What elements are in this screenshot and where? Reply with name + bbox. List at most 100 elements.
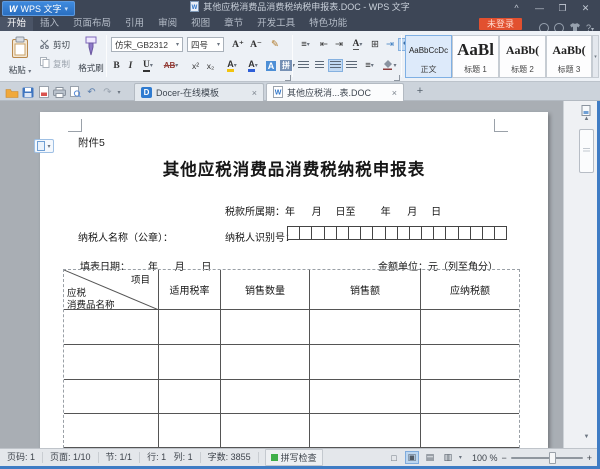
table-corner-cell[interactable]: 项目 应税 消费品名称 [64,270,159,311]
scroll-down-button[interactable]: ▼ [578,434,595,440]
table-empty-cell[interactable] [221,310,310,345]
paste-options-button[interactable]: ▾ [34,139,54,153]
wps-app-menu-button[interactable]: W WPS 文字 ▾ [2,1,76,16]
font-color-button[interactable]: A ▾ [243,58,263,73]
open-file-button[interactable] [4,85,19,99]
table-empty-cell[interactable] [159,414,221,448]
copy-button[interactable]: 复制 [40,57,70,70]
table-empty-cell[interactable] [64,345,159,380]
close-button[interactable]: ✕ [575,1,596,16]
table-empty-cell[interactable] [310,414,421,448]
paste-button[interactable]: 粘贴 ▾ [6,36,34,76]
tab-review[interactable]: 审阅 [151,17,184,31]
table-empty-cell[interactable] [221,345,310,380]
table-empty-cell[interactable] [159,310,221,345]
decrease-indent-button[interactable]: ⇤ [317,37,331,52]
phonetic-guide-button[interactable]: 拼 ▾ [278,58,297,73]
export-pdf-button[interactable] [36,85,51,99]
save-button[interactable] [20,85,35,99]
superscript-button[interactable]: x² [188,58,203,73]
subscript-button[interactable]: x₂ [203,58,218,73]
fullscreen-view-button[interactable]: □ [387,451,401,464]
outline-view-button[interactable]: ▤ [423,451,437,464]
undo-button[interactable]: ↶ [84,85,99,99]
table-empty-cell[interactable] [310,380,421,414]
doc-tab-current[interactable]: W 其他应税消...表.DOC × [266,83,404,101]
char-shading-button[interactable]: A [264,58,278,73]
grow-font-button[interactable]: A⁺ [230,37,246,52]
tab-home[interactable]: 开始 [0,17,34,31]
table-header-cell[interactable]: 适用税率 [159,270,221,310]
table-header-cell[interactable]: 应纳税额 [421,270,519,310]
view-dropdown-icon[interactable]: ▾ [459,454,462,461]
tab-section[interactable]: 章节 [217,17,250,31]
zoom-in-button[interactable]: + [587,453,592,463]
print-button[interactable] [52,85,67,99]
word-count-status[interactable]: 字数: 3855 [201,452,259,463]
table-empty-cell[interactable] [421,414,519,448]
style-heading1[interactable]: AaBl 标题 1 [452,35,499,78]
table-header-cell[interactable]: 销售数量 [221,270,310,310]
align-left-button[interactable] [296,59,311,72]
font-dialog-launcher-icon[interactable] [285,75,291,81]
redo-button[interactable]: ↷ [100,85,115,99]
tab-view[interactable]: 视图 [184,17,217,31]
increase-indent-button[interactable]: ⇥ [332,37,346,52]
tab-insert[interactable]: 插入 [33,17,66,31]
table-empty-cell[interactable] [64,380,159,414]
bullet-list-button[interactable]: ≡ ▾ [296,37,315,52]
read-layout-button[interactable]: ▥ [441,451,455,464]
italic-button[interactable]: I [124,58,137,73]
table-empty-cell[interactable] [159,345,221,380]
doc-tab-docer[interactable]: D Docer-在线模板 × [134,83,264,101]
cut-button[interactable]: 剪切 [40,39,70,51]
align-justify-button[interactable] [328,59,343,72]
scroll-up-button[interactable]: ▲ [578,116,595,122]
zoom-level[interactable]: 100 % [472,453,498,463]
zoom-out-button[interactable]: − [501,453,506,463]
table-empty-cell[interactable] [159,380,221,414]
shading-color-button[interactable]: ▾ [380,58,399,73]
style-heading2[interactable]: AaBb( 标题 2 [499,35,546,78]
distribute-text-button[interactable] [344,59,359,72]
tab-page-layout[interactable]: 页面布局 [66,17,118,31]
table-borders-button[interactable]: ⊞ [368,37,382,52]
close-tab-icon[interactable]: × [392,88,397,98]
align-center-button[interactable] [312,59,327,72]
line-spacing-button[interactable]: ≡ ▾ [360,58,379,73]
new-tab-button[interactable]: + [412,84,428,99]
table-empty-cell[interactable] [421,310,519,345]
table-empty-cell[interactable] [221,380,310,414]
close-tab-icon[interactable]: × [252,88,257,98]
tab-stop-button[interactable]: ⇥ [383,37,397,52]
font-size-combobox[interactable]: 四号 ▾ [187,37,224,52]
zoom-slider-thumb[interactable] [548,451,556,464]
char-scale-button[interactable]: A ▾ [348,37,367,52]
minimize-button[interactable]: — [529,1,550,16]
spellcheck-status[interactable]: 拼写检查 [264,449,323,466]
vertical-scrollbar[interactable]: ▲ ▼ [563,101,597,448]
tab-special-features[interactable]: 特色功能 [302,17,354,31]
shrink-font-button[interactable]: A⁻ [248,37,264,52]
strikethrough-button[interactable]: AB ▾ [158,58,184,73]
underline-button[interactable]: U ▾ [138,58,158,73]
table-empty-cell[interactable] [310,345,421,380]
table-empty-cell[interactable] [421,380,519,414]
zoom-slider[interactable] [510,451,583,464]
tab-developer[interactable]: 开发工具 [250,17,302,31]
font-name-combobox[interactable]: 仿宋_GB2312 ▾ [111,37,183,52]
style-heading3[interactable]: AaBb( 标题 3 [546,35,592,78]
tab-references[interactable]: 引用 [118,17,151,31]
quick-access-dropdown[interactable]: ▾ [114,85,124,99]
paragraph-dialog-launcher-icon[interactable] [394,75,400,81]
table-empty-cell[interactable] [421,345,519,380]
table-header-cell[interactable]: 销售额 [310,270,421,310]
style-normal[interactable]: AaBbCcDc 正文 [405,35,452,78]
ribbon-collapse-button[interactable]: ^ [506,1,527,16]
table-empty-cell[interactable] [64,310,159,345]
table-empty-cell[interactable] [310,310,421,345]
table-empty-cell[interactable] [221,414,310,448]
document-page[interactable]: 附件5 其他应税消费品消费税纳税申报表 税款所属期：年 月 日至 年 月 日 纳… [40,112,548,448]
print-preview-button[interactable] [68,85,83,99]
page-view-button[interactable]: ▣ [404,451,419,464]
